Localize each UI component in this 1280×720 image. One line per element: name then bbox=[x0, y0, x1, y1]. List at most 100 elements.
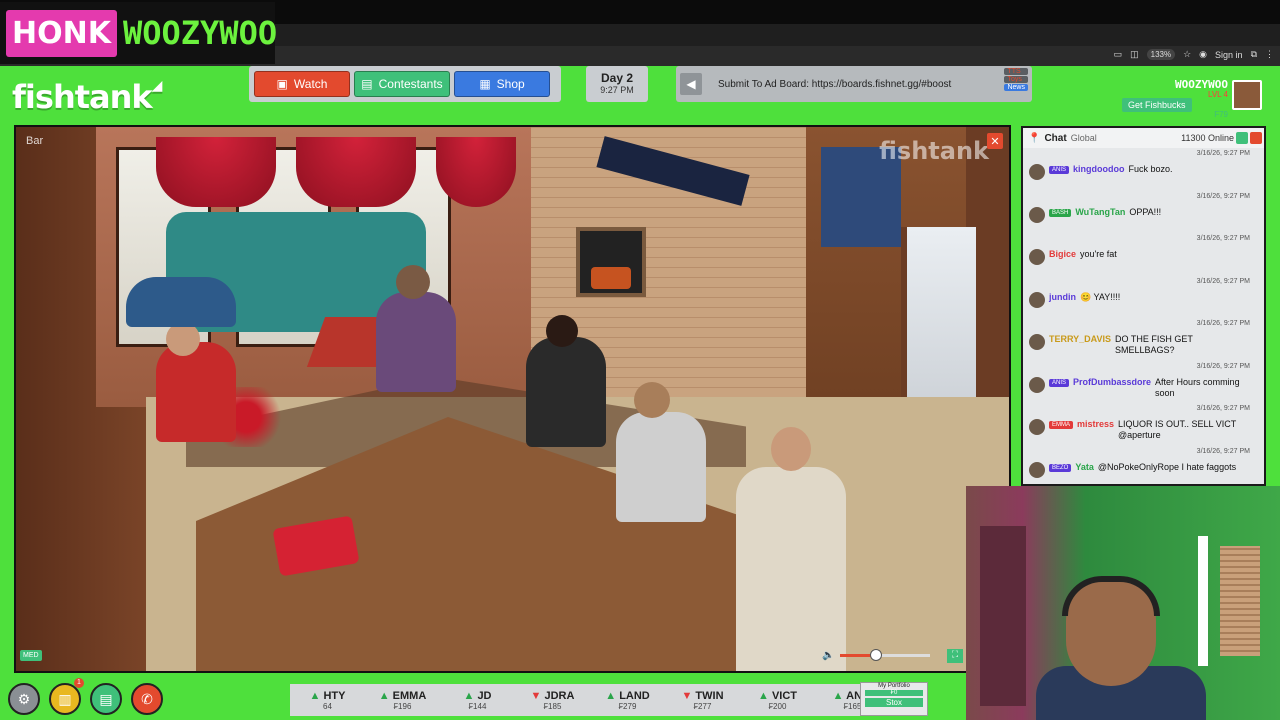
chat-panel: 📍 Chat Global 11300 Online 3/16/26, 9:27… bbox=[1021, 126, 1266, 486]
settings-gear-icon[interactable]: ⚙ bbox=[8, 683, 40, 715]
chat-popout-icon[interactable] bbox=[1236, 132, 1248, 144]
message-text: After Hours comming soon bbox=[1155, 376, 1240, 398]
message-text: OPPA!!! bbox=[1129, 206, 1162, 217]
users-icon: ▤ bbox=[361, 77, 373, 91]
ticker-item[interactable]: ▼ TWIN ₣277 bbox=[665, 690, 740, 711]
message-username[interactable]: jundin bbox=[1049, 292, 1076, 302]
ticker-item[interactable]: ▲ LAND ₣279 bbox=[590, 690, 665, 711]
avatar[interactable] bbox=[1232, 80, 1262, 110]
avatar[interactable] bbox=[1029, 249, 1045, 265]
chat-scope[interactable]: Global bbox=[1071, 133, 1097, 143]
toys-tag[interactable]: Toys bbox=[1004, 76, 1028, 83]
profile-icon[interactable]: ◉ bbox=[1199, 49, 1207, 60]
chat-message: 3/16/26, 9:27 PM ANIS kingdoodoo Fuck bozo. bbox=[1023, 150, 1264, 193]
close-icon[interactable]: ✕ bbox=[987, 133, 1003, 149]
reader-icon[interactable]: ▭ bbox=[1114, 49, 1123, 60]
message-username[interactable]: mistress bbox=[1077, 419, 1114, 429]
ticker-name: ▲ EMMA bbox=[365, 690, 440, 702]
volume-slider[interactable] bbox=[840, 649, 931, 661]
pin-icon: 📍 bbox=[1028, 132, 1041, 144]
ticker-item[interactable]: ▲ JD ₣144 bbox=[440, 690, 515, 711]
store-icon[interactable]: ▤ bbox=[90, 683, 122, 715]
ticker-value: ₣200 bbox=[768, 701, 787, 711]
arrow-up-icon: ▲ bbox=[757, 689, 772, 702]
get-fishbucks-button[interactable]: Get Fishbucks bbox=[1122, 98, 1192, 112]
message-line: TERRY_DAVIS DO THE FISH GET SMELLBAGS? bbox=[1029, 334, 1254, 357]
ticker-name: ▼ JDRA bbox=[515, 690, 590, 702]
ticker-symbol: ANIS bbox=[846, 689, 860, 702]
ticker-value: ₣144 bbox=[468, 701, 487, 711]
ticker-item[interactable]: ▼ JDRA ₣185 bbox=[515, 690, 590, 711]
ad-board[interactable]: ◀ Submit To Ad Board: https://boards.fis… bbox=[676, 66, 1032, 102]
quality-badge[interactable]: MED bbox=[20, 650, 42, 661]
app-root: ⌄ – ▢ ✕ ▭ ◫ 133% ☆ ◉ Sign in ⧉ ⋮ HONK WO… bbox=[0, 0, 1280, 720]
ad-board-text[interactable]: Submit To Ad Board: https://boards.fishn… bbox=[718, 79, 951, 90]
volume-slider-knob[interactable] bbox=[870, 649, 883, 661]
menu-dots-icon[interactable]: ⋮ bbox=[1265, 49, 1274, 60]
split-icon[interactable]: ◫ bbox=[1130, 49, 1139, 60]
honk-label: HONK bbox=[6, 9, 117, 57]
avatar[interactable] bbox=[1029, 164, 1045, 180]
watch-button[interactable]: ▣ Watch bbox=[254, 71, 350, 97]
webcam-curtain bbox=[980, 526, 1026, 706]
volume-control[interactable]: 🔈 bbox=[822, 649, 931, 661]
message-text: 😊 YAY!!!! bbox=[1080, 291, 1121, 302]
message-username[interactable]: Yata bbox=[1075, 462, 1094, 472]
message-timestamp: 3/16/26, 9:27 PM bbox=[1196, 150, 1250, 157]
message-username[interactable]: WuTangTan bbox=[1075, 207, 1125, 217]
extensions-icon[interactable]: ⧉ bbox=[1251, 49, 1257, 60]
message-line: jundin 😊 YAY!!!! bbox=[1029, 291, 1254, 308]
avatar[interactable] bbox=[1029, 461, 1045, 478]
ticker-symbol: LAND bbox=[619, 689, 650, 702]
fullscreen-icon[interactable]: ⛶ bbox=[947, 649, 963, 663]
message-username[interactable]: kingdoodoo bbox=[1073, 164, 1125, 174]
chat-header: 📍 Chat Global 11300 Online bbox=[1023, 128, 1264, 148]
video-watermark: fishtank bbox=[879, 137, 989, 165]
chest-icon[interactable]: ▥ bbox=[49, 683, 81, 715]
avatar[interactable] bbox=[1029, 334, 1045, 350]
phone-icon[interactable]: ✆ bbox=[131, 683, 163, 715]
avatar[interactable] bbox=[1029, 291, 1045, 308]
avatar[interactable] bbox=[1029, 376, 1045, 393]
ticker-name: ▲ ANIS bbox=[815, 690, 860, 702]
tts-tag[interactable]: TTS bbox=[1004, 68, 1028, 75]
zoom-level[interactable]: 133% bbox=[1146, 49, 1176, 60]
contestants-button[interactable]: ▤ Contestants bbox=[354, 71, 450, 97]
ticker-name: ▲ HTY bbox=[290, 690, 365, 702]
video-room-label: Bar bbox=[26, 135, 44, 147]
message-username[interactable]: Bigice bbox=[1049, 249, 1076, 259]
day-time: 9:27 PM bbox=[600, 85, 634, 95]
day-title: Day 2 bbox=[600, 71, 634, 85]
speaker-icon[interactable]: 🔈 bbox=[822, 650, 834, 661]
ticker-item[interactable]: ▲ EMMA ₣196 bbox=[365, 690, 440, 711]
message-username[interactable]: ProfDumbassdore bbox=[1073, 377, 1151, 387]
portfolio-widget[interactable]: My Portfolio ₣0 Stox bbox=[860, 682, 928, 716]
star-icon[interactable]: ☆ bbox=[1183, 49, 1191, 60]
ticker-name: ▼ TWIN bbox=[665, 690, 740, 702]
chat-close-icon[interactable] bbox=[1250, 132, 1262, 144]
live-video-feed[interactable]: fishtank Bar ✕ MED 🔈 ⛶ bbox=[14, 125, 1011, 673]
ticker-symbol: JD bbox=[477, 689, 492, 702]
webcam-headset bbox=[1062, 576, 1160, 616]
ticker-symbol: JDRA bbox=[544, 689, 575, 702]
day-clock: Day 2 9:27 PM bbox=[586, 66, 648, 102]
news-tag[interactable]: News bbox=[1004, 84, 1028, 91]
ticker-item[interactable]: ▲ VICT ₣200 bbox=[740, 690, 815, 711]
ticker-item[interactable]: ▲ ANIS₣165 bbox=[815, 690, 860, 711]
chat-message: 3/16/26, 9:27 PM BEZO Yata @NoPokeOnlyRope … bbox=[1023, 447, 1264, 485]
avatar[interactable] bbox=[1029, 206, 1045, 223]
video-person bbox=[376, 292, 456, 392]
ticker-item[interactable]: ▲ HTY 64 bbox=[290, 690, 365, 711]
arrow-left-icon[interactable]: ◀ bbox=[680, 73, 702, 95]
shop-button[interactable]: ▦ Shop bbox=[454, 71, 550, 97]
fishtank-logo[interactable]: fishtank◢ bbox=[12, 78, 162, 116]
signin-label[interactable]: Sign in bbox=[1215, 50, 1243, 60]
message-timestamp: 3/16/26, 9:27 PM bbox=[1196, 447, 1250, 455]
message-username[interactable]: TERRY_DAVIS bbox=[1049, 334, 1111, 344]
message-line: Bigice you're fat bbox=[1029, 249, 1254, 265]
avatar[interactable] bbox=[1029, 419, 1045, 435]
stox-button[interactable]: Stox bbox=[865, 698, 923, 707]
message-line: ANIS kingdoodoo Fuck bozo. bbox=[1029, 164, 1254, 180]
message-line: BASH WuTangTan OPPA!!! bbox=[1029, 206, 1254, 223]
video-person-head bbox=[546, 315, 578, 347]
